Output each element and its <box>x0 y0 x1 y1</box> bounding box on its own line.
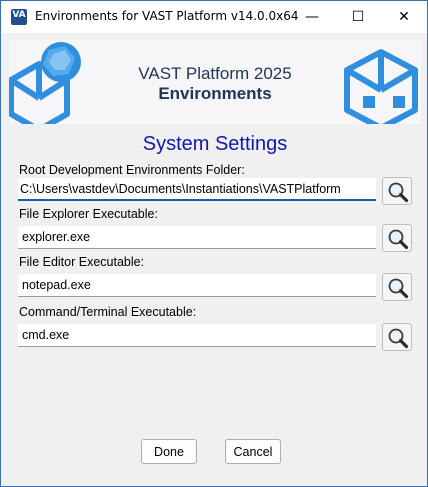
command-terminal-label: Command/Terminal Executable: <box>19 305 197 319</box>
command-terminal-browse-button[interactable] <box>382 323 412 351</box>
title-bar[interactable]: VA Environments for VAST Platform v14.0.… <box>1 1 427 33</box>
root-folder-label: Root Development Environments Folder: <box>19 163 245 177</box>
file-editor-label: File Editor Executable: <box>19 255 145 269</box>
done-button[interactable]: Done <box>141 439 197 464</box>
file-editor-browse-button[interactable] <box>382 273 412 301</box>
file-explorer-label: File Explorer Executable: <box>19 207 158 221</box>
magnifier-icon <box>388 278 409 299</box>
magnifier-icon <box>388 328 409 349</box>
root-folder-browse-button[interactable] <box>382 177 412 205</box>
window-title: Environments for VAST Platform v14.0.0x6… <box>35 9 299 23</box>
cancel-button[interactable]: Cancel <box>225 439 281 464</box>
banner: VAST Platform 2025 Environments <box>9 40 421 124</box>
app-icon: VA <box>11 9 27 25</box>
banner-subtitle: Environments <box>158 84 272 103</box>
root-folder-input[interactable] <box>18 178 376 201</box>
maximize-button[interactable]: ☐ <box>335 1 381 33</box>
close-button[interactable]: ✕ <box>381 1 427 33</box>
file-explorer-browse-button[interactable] <box>382 224 412 252</box>
file-explorer-input[interactable] <box>18 226 376 249</box>
minimize-button[interactable]: — <box>289 1 335 33</box>
magnifier-icon <box>388 182 409 203</box>
app-icon-text: VA <box>12 10 26 20</box>
environments-window: VA Environments for VAST Platform v14.0.… <box>0 0 428 487</box>
page-title: System Settings <box>142 133 288 155</box>
magnifier-icon <box>388 229 409 250</box>
command-terminal-input[interactable] <box>18 324 376 347</box>
file-editor-input[interactable] <box>18 274 376 297</box>
banner-title: VAST Platform 2025 <box>138 64 292 83</box>
